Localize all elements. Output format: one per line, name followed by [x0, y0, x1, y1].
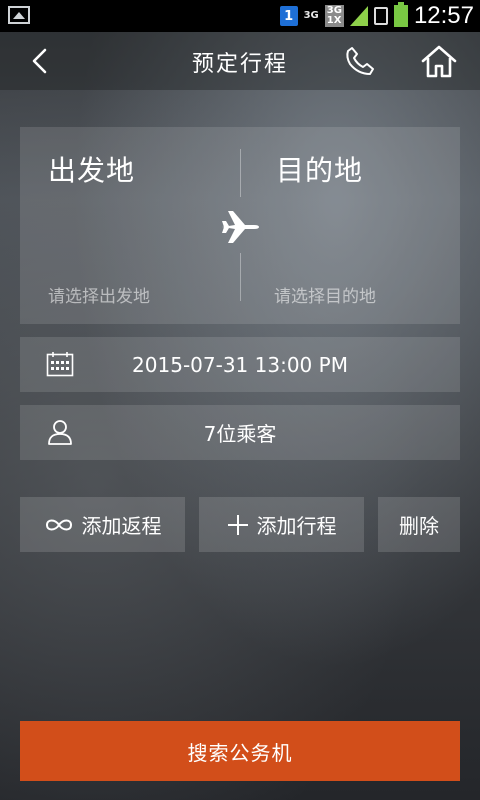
add-trip-button[interactable]: 添加行程 [199, 497, 364, 552]
add-return-button[interactable]: 添加返程 [20, 497, 185, 552]
date-time-row[interactable]: 2015-07-31 13:00 PM [20, 337, 460, 392]
home-icon[interactable] [420, 43, 458, 79]
phone-icon[interactable] [344, 45, 376, 77]
route-selector: 出发地 请选择出发地 目的地 请选择目的地 [20, 127, 460, 324]
sim-card-icon [373, 7, 388, 25]
page-title: 预定行程 [191, 52, 288, 77]
signal-icon [349, 6, 368, 26]
passenger-count: 7位乘客 [203, 422, 277, 446]
date-time-value: 2015-07-31 13:00 PM [132, 352, 348, 377]
gallery-notification-icon [8, 6, 30, 24]
delete-button[interactable]: 删除 [378, 497, 460, 552]
nav-bar: 预定行程 [0, 32, 480, 90]
network-3g-icon: 3G [303, 10, 319, 21]
search-jet-label: 搜索公务机 [187, 740, 293, 765]
person-icon [48, 420, 72, 445]
sim-slot-icon: 1 [279, 6, 298, 26]
calendar-icon [46, 352, 74, 377]
battery-icon [393, 2, 408, 27]
search-jet-button[interactable]: 搜索公务机 [20, 721, 460, 781]
add-trip-label: 添加行程 [256, 514, 337, 538]
passenger-row[interactable]: 7位乘客 [20, 405, 460, 460]
delete-label: 删除 [399, 514, 439, 538]
destination-selector[interactable]: 目的地 请选择目的地 [240, 127, 460, 324]
origin-selector[interactable]: 出发地 请选择出发地 [20, 127, 240, 324]
destination-hint: 请选择目的地 [274, 287, 376, 307]
status-bar: 1 3G 3G 1X 12:57 [0, 0, 480, 32]
plus-icon [227, 514, 248, 535]
status-time: 12:57 [413, 2, 474, 29]
destination-label: 目的地 [276, 154, 364, 187]
origin-label: 出发地 [48, 154, 136, 187]
origin-hint: 请选择出发地 [48, 287, 150, 307]
add-return-label: 添加返程 [81, 514, 162, 538]
network-3g-1x-icon: 3G 1X [324, 5, 344, 27]
infinity-icon [45, 519, 72, 530]
